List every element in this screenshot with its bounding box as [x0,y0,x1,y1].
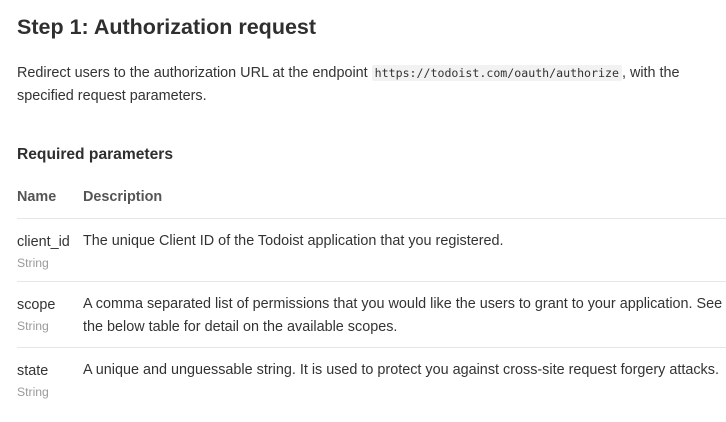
table-row-client-id: client_id String The unique Client ID of… [17,219,726,282]
table-row-state: state String A unique and unguessable st… [17,348,726,414]
table-row-scope: scope String A comma separated list of p… [17,282,726,348]
section-title-required-parameters: Required parameters [17,146,173,163]
param-type: String [17,385,49,399]
param-type: String [17,319,49,333]
param-name-cell: scope String [17,295,83,335]
param-name: client_id [17,234,70,250]
param-description: A comma separated list of permissions th… [83,296,723,335]
intro-paragraph: Redirect users to the authorization URL … [17,62,719,107]
table-header: Name Description [17,176,726,219]
intro-text-before: Redirect users to the authorization URL … [17,65,372,81]
param-name-cell: state String [17,361,83,401]
param-name-cell: client_id String [17,232,83,272]
column-header-name: Name [17,189,57,205]
page-title: Step 1: Authorization request [17,15,317,39]
param-description: A unique and unguessable string. It is u… [83,362,719,378]
endpoint-code: https://todoist.com/oauth/authorize [371,65,622,81]
parameters-table: Name Description client_id String The un… [17,176,726,414]
param-name: state [17,363,49,379]
param-name: scope [17,297,56,313]
param-description: The unique Client ID of the Todoist appl… [83,233,504,249]
column-header-description: Description [83,189,163,205]
param-type: String [17,256,49,270]
